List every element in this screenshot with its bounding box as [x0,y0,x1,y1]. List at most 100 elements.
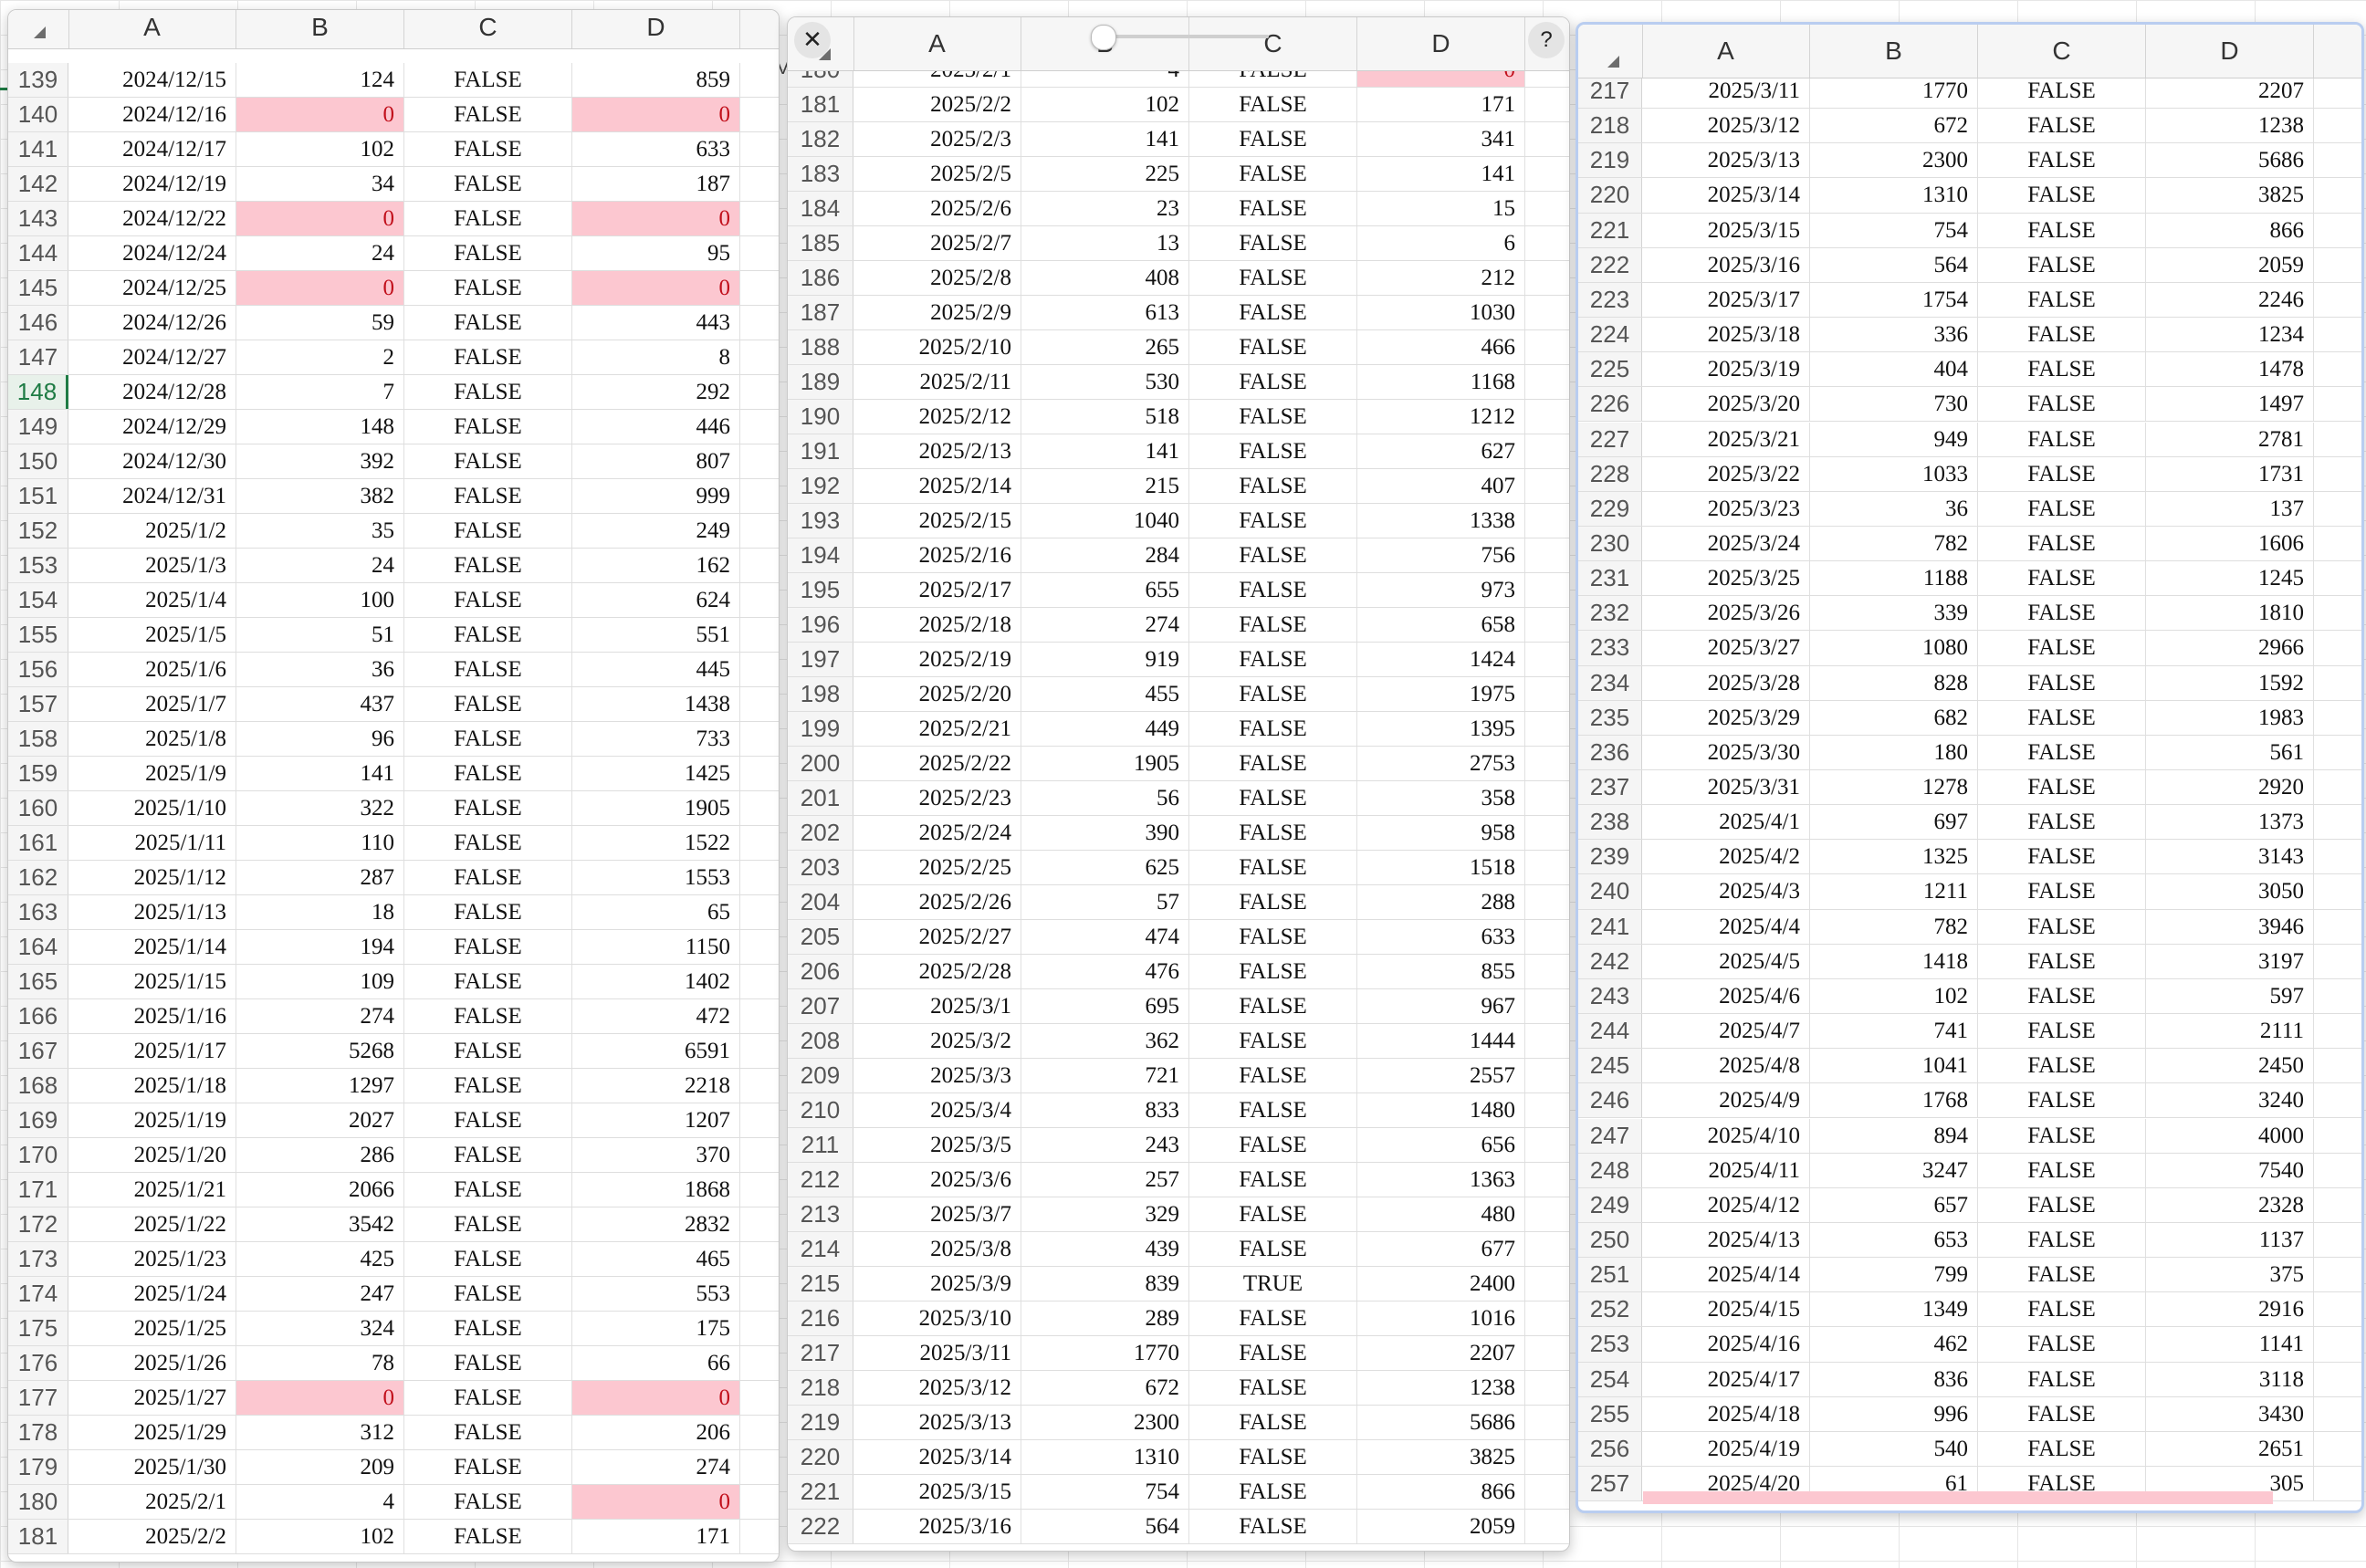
cell-a[interactable]: 2024/12/17 [68,132,236,166]
select-all-corner[interactable] [1578,25,1643,78]
cell-c[interactable]: FALSE [1189,156,1357,191]
cell-a[interactable]: 2025/1/29 [68,1416,236,1449]
row-number[interactable]: 195 [788,572,853,607]
cell-a[interactable]: 2025/1/12 [68,861,236,894]
cell-b[interactable]: 0 [236,1381,404,1415]
cell-b[interactable]: 408 [1021,260,1189,295]
cell-a[interactable]: 2025/2/19 [853,642,1021,676]
cell-c[interactable]: FALSE [404,1312,572,1345]
cell-c[interactable]: FALSE [1189,1023,1357,1058]
cell-d[interactable]: 1402 [572,965,740,998]
cell-a[interactable]: 2025/3/5 [853,1127,1021,1162]
cell-d[interactable]: 141 [1357,156,1525,191]
cell-c[interactable]: FALSE [1189,191,1357,225]
row-number[interactable]: 178 [8,1416,68,1449]
cell-a[interactable]: 2025/4/1 [1642,805,1810,840]
cell-b[interactable]: 78 [236,1346,404,1380]
cell-c[interactable]: FALSE [1189,295,1357,329]
cell-c[interactable]: FALSE [1978,1431,2146,1466]
cell-d[interactable]: 2781 [2146,422,2314,456]
cell-a[interactable]: 2025/3/30 [1642,735,1810,769]
cell-a[interactable]: 2025/4/9 [1642,1083,1810,1118]
row-number[interactable]: 142 [8,167,68,201]
cell-a[interactable]: 2025/2/11 [853,364,1021,399]
cell-c[interactable]: FALSE [1189,225,1357,260]
cell-c[interactable]: FALSE [1189,1335,1357,1370]
cell-a[interactable]: 2025/4/3 [1642,874,1810,909]
cell-d[interactable]: 370 [572,1138,740,1172]
column-header-d[interactable]: D [1357,17,1525,70]
cell-d[interactable]: 2218 [572,1069,740,1103]
cell-a[interactable]: 2025/2/5 [853,156,1021,191]
row-number[interactable]: 230 [1578,526,1642,561]
cell-c[interactable]: FALSE [1189,260,1357,295]
cell-d[interactable]: 2207 [1357,1335,1525,1370]
cell-a[interactable]: 2024/12/29 [68,410,236,444]
cell-b[interactable]: 672 [1810,109,1978,143]
cell-c[interactable]: FALSE [1189,815,1357,850]
row-number[interactable]: 166 [8,999,68,1033]
cell-c[interactable]: FALSE [1978,1118,2146,1153]
row-number[interactable]: 219 [788,1405,853,1439]
cell-b[interactable]: 390 [1021,815,1189,850]
row-number[interactable]: 141 [8,132,68,166]
cell-c[interactable]: FALSE [1189,1197,1357,1231]
column-header-a[interactable]: A [853,17,1021,70]
column-header-d[interactable]: D [572,10,740,48]
cell-c[interactable]: FALSE [404,514,572,548]
cell-c[interactable]: FALSE [404,1450,572,1484]
cell-c[interactable]: FALSE [1189,329,1357,364]
cell-d[interactable]: 7540 [2146,1153,2314,1187]
cell-b[interactable]: 0 [236,202,404,235]
cell-d[interactable]: 967 [1357,988,1525,1023]
cell-d[interactable]: 1497 [2146,387,2314,422]
cell-b[interactable]: 1325 [1810,840,1978,874]
cell-a[interactable]: 2025/3/7 [853,1197,1021,1231]
cell-c[interactable]: FALSE [1978,1292,2146,1327]
row-number[interactable]: 156 [8,653,68,686]
row-number[interactable]: 171 [8,1173,68,1207]
cell-c[interactable]: FALSE [1189,434,1357,468]
cell-d[interactable]: 973 [1357,572,1525,607]
cell-d[interactable]: 1731 [2146,456,2314,491]
cell-c[interactable]: FALSE [404,236,572,270]
cell-a[interactable]: 2025/4/6 [1642,978,1810,1014]
row-number[interactable]: 182 [788,121,853,156]
cell-d[interactable]: 274 [572,1450,740,1484]
cell-c[interactable]: FALSE [1978,1327,2146,1362]
cell-a[interactable]: 2025/3/14 [1642,178,1810,213]
cell-d[interactable]: 0 [572,98,740,131]
cell-a[interactable]: 2025/4/13 [1642,1222,1810,1258]
row-number[interactable]: 199 [788,711,853,746]
cell-c[interactable]: FALSE [404,965,572,998]
row-number[interactable]: 220 [788,1439,853,1474]
cell-d[interactable]: 756 [1357,538,1525,572]
cell-d[interactable]: 407 [1357,468,1525,503]
cell-c[interactable]: FALSE [1978,978,2146,1014]
cell-d[interactable]: 624 [572,583,740,617]
cell-d[interactable]: 1905 [572,791,740,825]
row-number[interactable]: 158 [8,722,68,756]
cell-d[interactable]: 1373 [2146,805,2314,840]
cell-b[interactable]: 215 [1021,468,1189,503]
cell-a[interactable]: 2025/1/4 [68,583,236,617]
cell-a[interactable]: 2025/3/1 [853,988,1021,1023]
cell-d[interactable]: 658 [1357,607,1525,642]
cell-c[interactable]: FALSE [1978,840,2146,874]
cell-b[interactable]: 672 [1021,1370,1189,1405]
cell-a[interactable]: 2025/3/25 [1642,561,1810,596]
cell-c[interactable]: FALSE [1189,1439,1357,1474]
cell-c[interactable]: FALSE [1978,143,2146,178]
row-number[interactable]: 167 [8,1034,68,1068]
cell-c[interactable]: FALSE [1189,988,1357,1023]
cell-a[interactable]: 2025/1/5 [68,618,236,652]
cell-b[interactable]: 540 [1810,1431,1978,1466]
cell-d[interactable]: 2753 [1357,746,1525,780]
cell-a[interactable]: 2025/1/8 [68,722,236,756]
cell-d[interactable]: 866 [1357,1474,1525,1509]
cell-c[interactable]: FALSE [404,98,572,131]
row-number[interactable]: 237 [1578,770,1642,805]
cell-b[interactable]: 7 [236,375,404,409]
row-number[interactable]: 217 [1578,74,1642,109]
cell-d[interactable]: 2966 [2146,631,2314,665]
